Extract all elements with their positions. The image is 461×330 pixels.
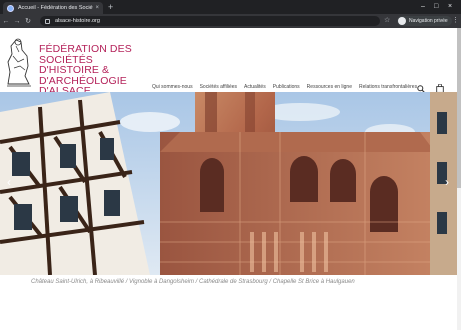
page-scrollbar[interactable] — [457, 28, 461, 330]
forward-button[interactable]: → — [12, 18, 22, 25]
nav-item-cross-border[interactable]: Relations transfrontalières — [359, 84, 417, 90]
profile-button[interactable]: Navigation privée — [397, 16, 452, 26]
site-title[interactable]: Fédération des Sociétés d'Histoire & d'A… — [39, 44, 147, 97]
slider-prev-button[interactable]: ‹ — [4, 174, 14, 190]
nav-item-news[interactable]: Actualités — [244, 84, 266, 90]
minimize-button[interactable]: – — [421, 2, 425, 12]
browser-menu-icon[interactable]: ⋮ — [452, 16, 459, 24]
lock-icon — [45, 18, 50, 24]
site-header: Fédération des Sociétés d'Histoire & d'A… — [0, 28, 461, 96]
profile-label: Navigation privée — [409, 18, 448, 24]
tab-title: Accueil - Fédération des Sociétés — [18, 5, 94, 11]
close-window-button[interactable]: × — [448, 2, 452, 12]
nav-item-societies[interactable]: Sociétés affiliées — [200, 84, 237, 90]
new-tab-button[interactable]: + — [108, 2, 113, 12]
nav-item-publications[interactable]: Publications — [273, 84, 300, 90]
nav-item-resources[interactable]: Ressources en ligne — [307, 84, 352, 90]
address-bar: ← → ↻ alsace-histoire.org ☆ Navigation p… — [0, 14, 461, 28]
browser-tab-bar: Accueil - Fédération des Sociétés × + – … — [0, 0, 461, 14]
logo-emblem[interactable] — [4, 32, 34, 88]
back-button[interactable]: ← — [1, 18, 11, 25]
slider-next-button[interactable]: › — [442, 174, 452, 190]
url-text: alsace-histoire.org — [55, 18, 100, 24]
url-field[interactable]: alsace-histoire.org — [40, 16, 380, 26]
browser-tab[interactable]: Accueil - Fédération des Sociétés × — [3, 2, 103, 14]
favicon-icon — [7, 4, 14, 12]
scrollbar-thumb[interactable] — [457, 28, 461, 188]
bookmark-star-icon[interactable]: ☆ — [384, 16, 390, 24]
hero-image-strasbourg-cathedral — [0, 92, 461, 275]
maximize-button[interactable]: □ — [434, 2, 438, 12]
hero-caption: Château Saint-Ulrich, à Ribeauvillé / Vi… — [31, 279, 355, 285]
main-navigation: Qui sommes-nous Sociétés affiliées Actua… — [152, 84, 417, 90]
reload-button[interactable]: ↻ — [23, 17, 33, 25]
nav-item-about[interactable]: Qui sommes-nous — [152, 84, 193, 90]
tab-close-icon[interactable]: × — [95, 5, 99, 11]
hero-slider[interactable] — [0, 92, 461, 275]
incognito-icon — [398, 17, 406, 25]
